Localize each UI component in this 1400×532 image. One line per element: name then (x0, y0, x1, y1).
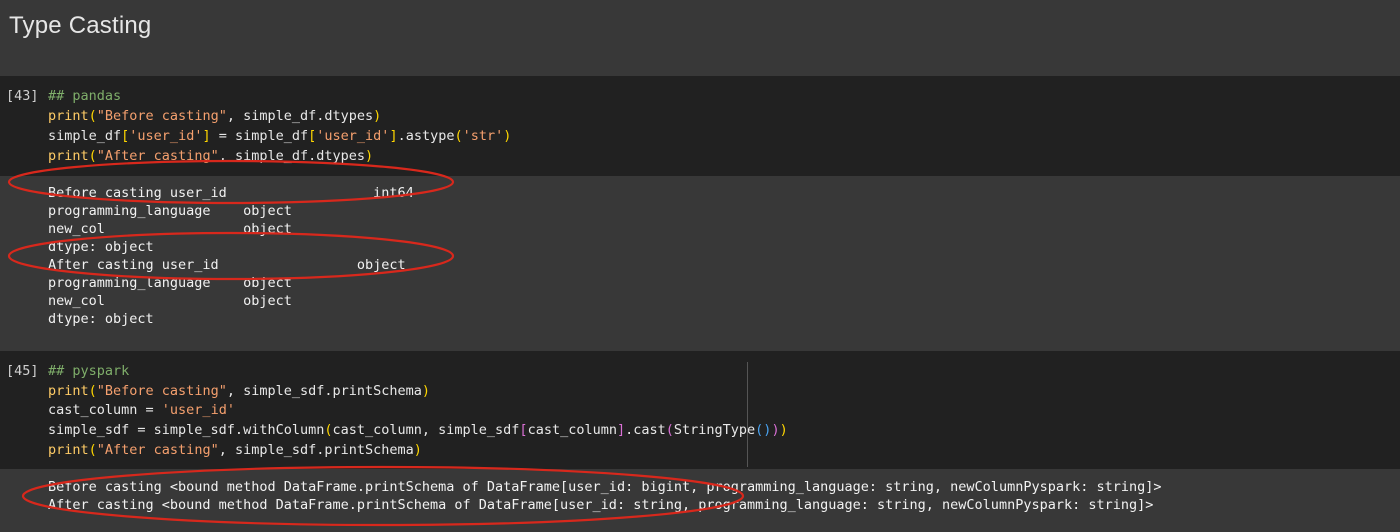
output-line: After casting <bound method DataFrame.pr… (48, 497, 1154, 513)
code-token: , simple_df.dtypes (218, 148, 366, 164)
code-token: ] (616, 422, 626, 438)
section-heading: Type Casting (9, 12, 152, 39)
code-token: StringType (673, 422, 756, 438)
code-token: print (48, 383, 89, 399)
code-token: 'str' (462, 128, 504, 144)
output-line: new_col object (48, 293, 292, 309)
code-token: ( (665, 422, 674, 438)
code-line[interactable]: print("Before casting", simple_df.dtypes… (48, 106, 381, 126)
cell-output-pyspark: Before casting <bound method DataFrame.p… (0, 469, 1400, 532)
code-token: () (755, 422, 772, 438)
code-token: 'user_id' (161, 402, 235, 418)
code-token: cast_column (527, 422, 617, 438)
code-line[interactable]: print("Before casting", simple_sdf.print… (48, 381, 430, 401)
code-token: cast_column, simple_sdf (332, 422, 520, 438)
code-token: ( (88, 442, 97, 458)
code-token: print (48, 442, 89, 458)
code-token: ) (413, 442, 422, 458)
code-line[interactable]: ## pandas (48, 86, 121, 106)
code-cell-pyspark[interactable]: [45] ## pyspark print("Before casting", … (0, 351, 1400, 532)
code-token: cast_column = (48, 402, 162, 418)
code-token: "Before casting" (96, 108, 227, 124)
output-line: Before casting user_id int64 (48, 185, 414, 201)
code-line[interactable]: print("After casting", simple_sdf.printS… (48, 440, 422, 460)
code-token: ) (771, 422, 780, 438)
code-token: ] (202, 128, 211, 144)
code-token: ) (503, 128, 512, 144)
code-token: "Before casting" (96, 383, 227, 399)
code-token: "After casting" (96, 442, 219, 458)
code-token: 'user_id' (316, 128, 390, 144)
code-token: .cast (625, 422, 666, 438)
code-line[interactable]: print("After casting", simple_df.dtypes) (48, 146, 373, 166)
code-line[interactable]: ## pyspark (48, 361, 129, 381)
output-line: Before casting <bound method DataFrame.p… (48, 479, 1162, 495)
code-token: .astype (397, 128, 455, 144)
execution-count: [43] (6, 88, 39, 104)
output-line: programming_language object (48, 275, 292, 291)
code-token: ( (88, 148, 97, 164)
code-input-pyspark[interactable]: [45] ## pyspark print("Before casting", … (0, 351, 1400, 469)
code-token: ( (88, 108, 97, 124)
output-line: new_col object (48, 221, 292, 237)
output-line: dtype: object (48, 239, 154, 255)
code-token: ) (421, 383, 431, 399)
output-line: After casting user_id object (48, 257, 406, 273)
code-token: ) (365, 148, 374, 164)
code-line[interactable]: simple_df['user_id'] = simple_df['user_i… (48, 126, 511, 146)
code-cell-pandas[interactable]: [43] ## pandas print("Before casting", s… (0, 76, 1400, 342)
code-token: , simple_df.dtypes (226, 108, 374, 124)
code-token: 'user_id' (129, 128, 203, 144)
output-line: dtype: object (48, 311, 154, 327)
cell-output-pandas: Before casting user_id int64 programming… (0, 176, 1400, 342)
code-token: simple_sdf = simple_sdf.withColumn (48, 422, 325, 438)
code-token: ) (779, 422, 788, 438)
execution-count: [45] (6, 363, 39, 379)
code-token: ## pyspark (48, 363, 130, 379)
code-token: print (48, 108, 89, 124)
code-token: ) (373, 108, 382, 124)
code-line[interactable]: simple_sdf = simple_sdf.withColumn ( cast_… (48, 420, 788, 440)
code-token: ( (454, 128, 463, 144)
code-token: print (48, 148, 89, 164)
output-line: programming_language object (48, 203, 292, 219)
code-token: ## pandas (48, 88, 122, 104)
code-token: , simple_sdf.printSchema (226, 383, 422, 399)
code-input-pandas[interactable]: [43] ## pandas print("Before casting", s… (0, 76, 1400, 176)
code-token: ( (88, 383, 97, 399)
code-token: ] (389, 128, 398, 144)
code-token: "After casting" (96, 148, 219, 164)
ruler-line (747, 362, 748, 467)
code-token: [ (519, 422, 528, 438)
code-token: = simple_df (210, 128, 309, 144)
code-line[interactable]: cast_column = 'user_id' (48, 400, 235, 420)
code-token: simple_df (48, 128, 122, 144)
code-token: , simple_sdf.printSchema (218, 442, 414, 458)
